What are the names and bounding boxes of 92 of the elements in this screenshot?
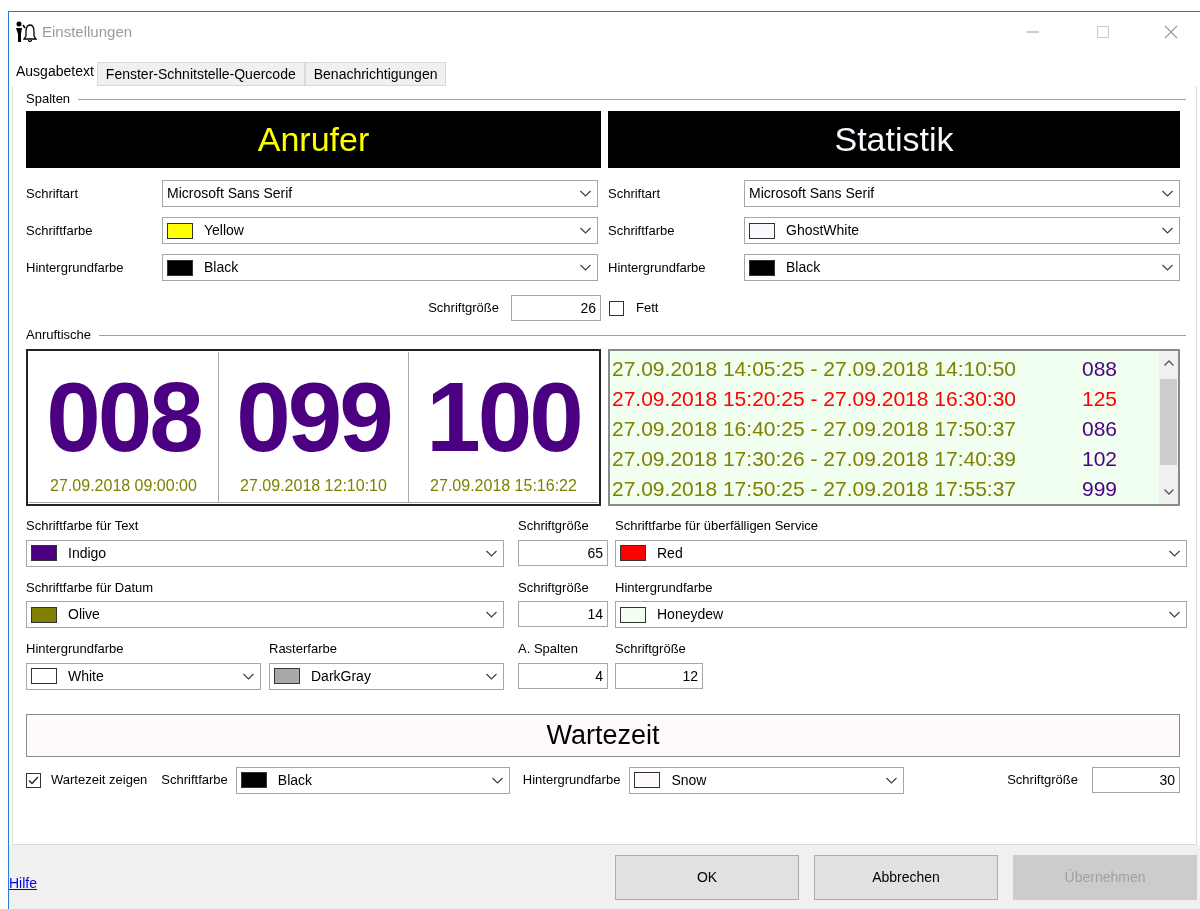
chevron-down-icon <box>580 264 591 271</box>
ticket-date: 27.09.2018 15:16:22 <box>430 476 577 496</box>
dialog-button[interactable]: OK <box>615 854 799 900</box>
field-label: Schriftfarbe <box>608 221 676 240</box>
chevron-down-icon <box>1162 227 1173 234</box>
number-field[interactable]: 14 <box>518 601 608 627</box>
font-dropdown[interactable]: Microsoft Sans Serif <box>162 180 598 207</box>
number-field[interactable]: 12 <box>615 662 703 689</box>
field-label: Schriftfarbe für Text <box>26 517 140 535</box>
column-header: Statistik <box>608 111 1180 168</box>
number-field[interactable]: 4 <box>518 662 608 689</box>
list-row-number: 088 <box>1082 356 1118 383</box>
list-row-text: 27.09.2018 15:20:25 - 27.09.2018 16:30:30 <box>612 386 1018 413</box>
field-label: Schriftgröße <box>615 640 687 658</box>
list-row-number: 125 <box>1082 386 1118 413</box>
section-heading: Anruftische <box>26 326 92 345</box>
field-label: Fett <box>636 299 659 318</box>
field-label: Rasterfarbe <box>269 640 338 658</box>
number-field[interactable]: 30 <box>1092 767 1180 793</box>
chevron-down-icon <box>1169 549 1180 557</box>
ticket-date: 27.09.2018 12:10:10 <box>240 476 387 496</box>
chevron-down-icon <box>1162 264 1173 271</box>
color-dropdown[interactable]: Snow <box>629 766 905 794</box>
list-row-text: 27.09.2018 14:05:25 - 27.09.2018 14:10:50 <box>612 356 1018 383</box>
field-label: Schriftgröße <box>518 578 590 597</box>
ticket-number: 100 <box>426 368 581 466</box>
number-field[interactable]: 26 <box>511 295 601 321</box>
close-icon[interactable] <box>1164 25 1178 39</box>
field-label: Schriftart <box>608 184 661 203</box>
color-dropdown[interactable]: Black <box>235 766 510 794</box>
color-dropdown[interactable]: Yellow <box>162 217 598 244</box>
ticket-number: 008 <box>46 368 201 466</box>
field-label: Schriftfarbe für Datum <box>26 578 155 597</box>
chevron-down-icon <box>243 672 254 680</box>
list-row-number: 999 <box>1082 476 1118 503</box>
checkbox[interactable] <box>26 772 41 788</box>
field-label: Hintergrundfarbe <box>26 640 125 658</box>
color-dropdown[interactable]: Black <box>744 254 1180 281</box>
field-label: Schriftfarbe für überfälligen Service <box>615 517 820 535</box>
app-icon <box>14 21 38 43</box>
list-row-text: 27.09.2018 17:30:26 - 27.09.2018 17:40:39 <box>612 446 1018 473</box>
chevron-down-icon <box>491 776 503 784</box>
chevron-down-icon <box>1169 611 1180 618</box>
field-label: Hintergrundfarbe <box>608 258 707 277</box>
chevron-down-icon <box>486 549 497 557</box>
field-label: Schriftgröße <box>428 299 499 318</box>
field-label: Schriftfarbe <box>26 221 94 240</box>
font-dropdown[interactable]: Microsoft Sans Serif <box>744 180 1180 207</box>
chevron-down-icon <box>486 672 497 680</box>
scroll-up-icon[interactable] <box>1163 360 1174 366</box>
maximize-icon[interactable] <box>1097 26 1109 38</box>
list-row-text: 27.09.2018 16:40:25 - 27.09.2018 17:50:37 <box>612 416 1018 443</box>
chevron-down-icon <box>486 611 497 618</box>
dialog-button[interactable]: Abbrechen <box>814 854 998 900</box>
chevron-down-icon <box>580 227 591 234</box>
field-label: Hintergrundfarbe <box>26 258 125 277</box>
window-title: Einstellungen <box>42 21 133 42</box>
field-label: Schriftgröße <box>1007 771 1078 790</box>
field-label: Hintergrundfarbe <box>522 771 621 790</box>
color-dropdown[interactable]: White <box>26 662 261 690</box>
section-heading: Spalten <box>26 90 71 109</box>
field-label: Schriftfarbe <box>161 771 228 790</box>
chevron-down-icon <box>886 776 898 784</box>
field-label: Schriftart <box>26 184 79 203</box>
list-row-text: 27.09.2018 17:50:25 - 27.09.2018 17:55:37 <box>612 476 1018 503</box>
field-label: Hintergrundfarbe <box>615 578 714 597</box>
tab[interactable]: Benachrichtigungen <box>304 62 447 86</box>
color-dropdown[interactable]: Olive <box>26 601 504 628</box>
help-link[interactable]: Hilfe <box>9 872 37 894</box>
tab[interactable]: Fenster-Schnitstelle-Quercode <box>96 62 305 86</box>
color-dropdown[interactable]: Indigo <box>26 539 504 567</box>
field-label: Schriftgröße <box>518 517 590 535</box>
scroll-down-icon[interactable] <box>1163 489 1174 495</box>
color-dropdown[interactable]: DarkGray <box>269 662 504 690</box>
color-dropdown[interactable]: Honeydew <box>615 601 1187 628</box>
scrollbar[interactable] <box>1159 351 1178 504</box>
chevron-down-icon <box>1162 190 1173 197</box>
field-label: Wartezeit zeigen <box>51 771 148 790</box>
list-row-number: 102 <box>1082 446 1118 473</box>
number-field[interactable]: 65 <box>518 539 608 566</box>
scrollbar-thumb[interactable] <box>1160 379 1177 465</box>
column-header: Anrufer <box>26 111 601 168</box>
list-row-number: 086 <box>1082 416 1118 443</box>
chevron-down-icon <box>580 190 591 197</box>
field-label: A. Spalten <box>518 640 579 658</box>
ticket-number: 099 <box>236 368 391 466</box>
color-dropdown[interactable]: GhostWhite <box>744 217 1180 244</box>
color-dropdown[interactable]: Red <box>615 539 1187 567</box>
color-dropdown[interactable]: Black <box>162 254 598 281</box>
ticket-date: 27.09.2018 09:00:00 <box>50 476 197 496</box>
wait-time-banner: Wartezeit <box>26 713 1180 757</box>
checkbox[interactable] <box>609 300 624 316</box>
